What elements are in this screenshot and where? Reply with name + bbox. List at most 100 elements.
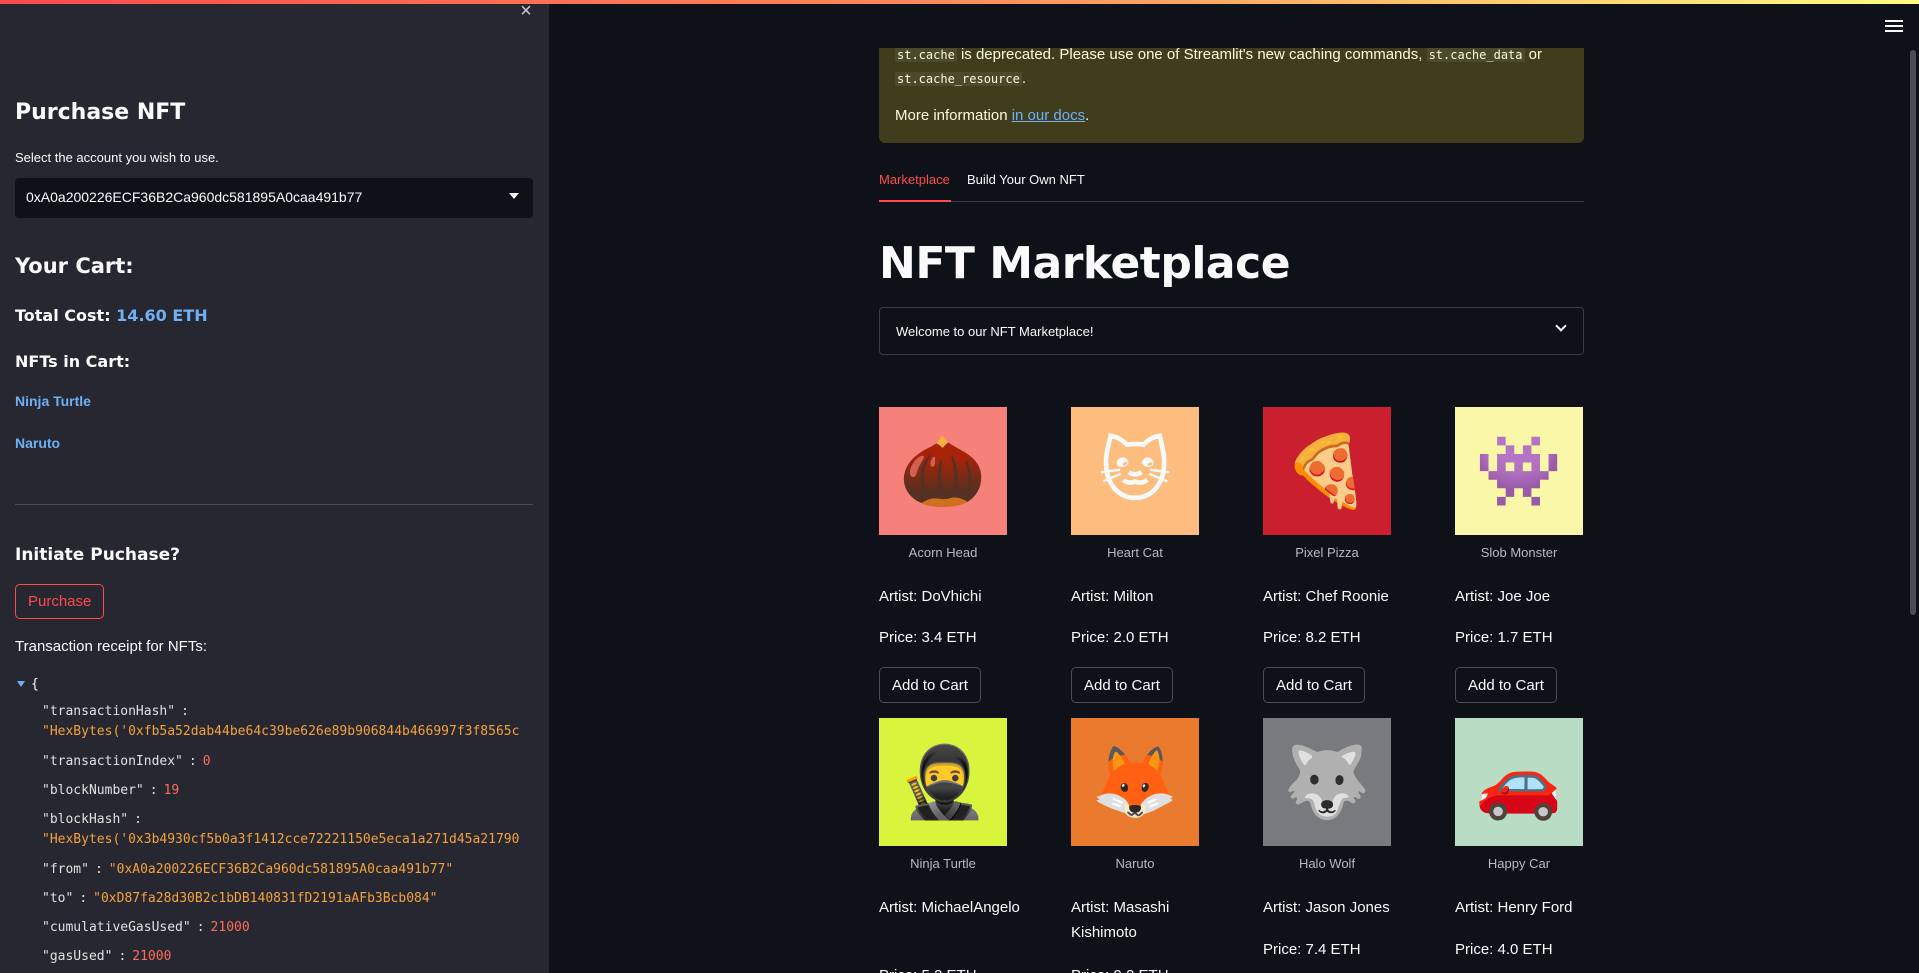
tab-marketplace[interactable]: Marketplace — [879, 170, 951, 202]
account-select-value: 0xA0a200226ECF36B2Ca960dc581895A0caa491b… — [26, 189, 363, 205]
nft-name: Halo Wolf — [1298, 856, 1356, 871]
receipt-key: "blockNumber" — [42, 783, 144, 798]
link-period: . — [1085, 107, 1090, 124]
deprecation-warning: st.cache is deprecated. Please use one o… — [879, 48, 1584, 143]
nft-name: Naruto — [1115, 856, 1155, 871]
scrollbar[interactable] — [1910, 50, 1916, 615]
warning-text: is deprecated. Please use one of Streaml… — [956, 48, 1427, 63]
nft-image: 🌰 — [879, 407, 1007, 535]
receipt-key: "gasUsed" — [42, 949, 113, 964]
nft-name: Heart Cat — [1107, 545, 1163, 560]
nft-artist: Artist: Masashi Kishimoto — [1071, 899, 1170, 941]
warning-or: or — [1524, 48, 1543, 63]
nft-image: 🚗 — [1455, 718, 1583, 846]
total-cost-label: Total Cost: — [15, 306, 111, 325]
sidebar: × Purchase NFT Select the account you wi… — [0, 0, 549, 973]
tab-build-your-own-nft[interactable]: Build Your Own NFT — [967, 170, 1085, 202]
receipt-value: "HexBytes('0x3b4930cf5b0a3f1412cce722211… — [42, 832, 520, 847]
receipt-key: "to" — [42, 891, 74, 906]
sidebar-title: Purchase NFT — [15, 100, 186, 125]
receipt-key: "transactionHash" — [42, 704, 176, 719]
receipt-field-value-line: "HexBytes('0x3b4930cf5b0a3f1412cce722211… — [42, 832, 519, 847]
nft-artist: Artist: Joe Joe — [1455, 588, 1551, 605]
tab-bar: Marketplace Build Your Own NFT — [879, 170, 1584, 202]
nft-image: 🐺 — [1263, 718, 1391, 846]
nft-price: Price: 9.2 ETH — [1071, 967, 1169, 973]
nft-price: Price: 7.4 ETH — [1263, 941, 1361, 958]
receipt-value: "HexBytes('0xfb5a52dab44be64c39be626e89b… — [42, 724, 520, 739]
receipt-value: 21000 — [132, 949, 172, 964]
initiate-purchase-title: Initiate Puchase? — [15, 545, 180, 565]
divider — [15, 504, 533, 505]
welcome-expander[interactable]: Welcome to our NFT Marketplace! — [879, 307, 1584, 355]
add-to-cart-button[interactable]: Add to Cart — [879, 667, 981, 703]
nft-artist: Artist: Milton — [1071, 588, 1154, 605]
receipt-key: "blockHash" — [42, 812, 129, 827]
nft-name: Happy Car — [1487, 856, 1551, 871]
code-st-cache-resource: st.cache_resource — [895, 72, 1022, 86]
nft-price: Price: 3.4 ETH — [879, 629, 977, 646]
nft-artist: Artist: Henry Ford — [1455, 899, 1573, 916]
nft-price: Price: 5.2 ETH — [879, 967, 977, 973]
receipt-value: "0xD87fa28d30B2c1bDB140831fD2191aAFb3Bcb… — [93, 891, 438, 906]
receipt-key: "transactionIndex" — [42, 754, 183, 769]
account-select-label: Select the account you wish to use. — [15, 150, 219, 165]
main-menu-icon[interactable] — [1885, 20, 1903, 34]
nft-price: Price: 1.7 ETH — [1455, 629, 1553, 646]
receipt-value: 19 — [163, 783, 180, 798]
receipt-field: "transactionHash": — [42, 704, 189, 719]
cart-title: Your Cart: — [15, 254, 134, 278]
receipt-field: "blockHash": — [42, 812, 142, 827]
account-select[interactable]: 0xA0a200226ECF36B2Ca960dc581895A0caa491b… — [15, 178, 533, 218]
chevron-down-icon — [1555, 320, 1567, 332]
code-st-cache: st.cache — [895, 48, 957, 62]
receipt-key: "cumulativeGasUsed" — [42, 920, 191, 935]
nft-image: 🍕 — [1263, 407, 1391, 535]
nft-name: Slob Monster — [1480, 545, 1558, 560]
receipt-field-value-line: "HexBytes('0xfb5a52dab44be64c39be626e89b… — [42, 724, 519, 739]
close-sidebar-icon[interactable]: × — [516, 1, 536, 22]
nft-name: Pixel Pizza — [1295, 545, 1359, 560]
json-open-brace: { — [31, 677, 39, 692]
cart-item: Ninja Turtle — [15, 393, 91, 409]
receipt-field: "transactionIndex":0 — [42, 754, 211, 769]
add-to-cart-button[interactable]: Add to Cart — [1455, 667, 1557, 703]
nft-name: Ninja Turtle — [910, 856, 976, 871]
nft-image: 🦊 — [1071, 718, 1199, 846]
total-cost: Total Cost: 14.60 ETH — [15, 306, 533, 325]
docs-link[interactable]: in our docs — [1012, 107, 1085, 124]
receipt-field: "gasUsed":21000 — [42, 949, 172, 964]
nft-artist: Artist: MichaelAngelo — [879, 899, 1020, 916]
code-st-cache-data: st.cache_data — [1426, 48, 1525, 62]
receipt-value: 0 — [202, 754, 211, 769]
receipt-field: "from": "0xA0a200226ECF36B2Ca960dc581895A… — [42, 862, 454, 877]
warning-line-3: More information in our docs. — [895, 107, 1089, 124]
receipt-key: "from" — [42, 862, 89, 877]
receipt-value: 21000 — [210, 920, 250, 935]
total-cost-value: 14.60 ETH — [116, 306, 208, 325]
nft-artist: Artist: DoVhichi — [879, 588, 982, 605]
warning-line-1: st.cache is deprecated. Please use one o… — [895, 48, 1542, 63]
add-to-cart-button[interactable]: Add to Cart — [1263, 667, 1365, 703]
expander-label: Welcome to our NFT Marketplace! — [896, 324, 1094, 339]
more-info-text: More information — [895, 107, 1012, 124]
top-decoration-bar — [0, 0, 1919, 4]
receipt-value: "0xA0a200226ECF36B2Ca960dc581895A0caa491… — [108, 862, 454, 877]
cart-item: Naruto — [15, 435, 61, 451]
nft-image: 🥷 — [879, 718, 1007, 846]
nft-name: Acorn Head — [908, 545, 978, 560]
nft-image: 👾 — [1455, 407, 1583, 535]
nft-price: Price: 8.2 ETH — [1263, 629, 1361, 646]
purchase-button[interactable]: Purchase — [15, 584, 105, 619]
warning-period: . — [1021, 70, 1026, 87]
receipt-field: "cumulativeGasUsed":21000 — [42, 920, 250, 935]
nft-artist: Artist: Jason Jones — [1263, 899, 1390, 916]
warning-line-2: st.cache_resource. — [895, 70, 1026, 87]
page-title: NFT Marketplace — [879, 238, 1291, 289]
receipt-label: Transaction receipt for NFTs: — [15, 638, 208, 655]
nft-price: Price: 2.0 ETH — [1071, 629, 1169, 646]
nft-image: 🐱 — [1071, 407, 1199, 535]
nft-artist: Artist: Chef Roonie — [1263, 588, 1389, 605]
collapse-toggle-icon[interactable] — [17, 681, 25, 687]
add-to-cart-button[interactable]: Add to Cart — [1071, 667, 1173, 703]
